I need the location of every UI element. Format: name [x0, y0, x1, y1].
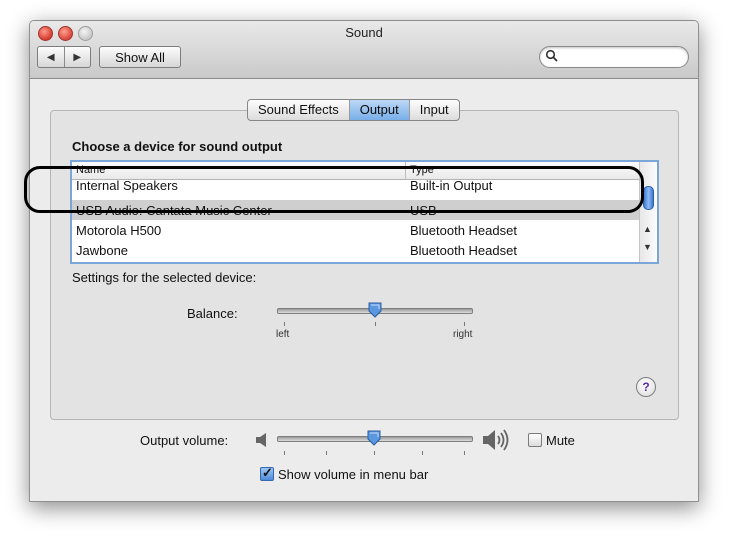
search-field[interactable] [539, 46, 689, 68]
scrollbar-thumb[interactable] [643, 186, 654, 210]
volume-tick [326, 451, 327, 455]
table-row[interactable]: Internal Speakers Built-in Output [72, 178, 639, 200]
title-bar: Sound ◀ ▶ Show All [30, 21, 698, 79]
volume-tick [284, 451, 285, 455]
table-row[interactable]: Motorola H500 Bluetooth Headset [72, 220, 639, 240]
output-panel [50, 110, 679, 420]
tab-bar: Sound Effects Output Input [247, 99, 460, 121]
search-icon [545, 49, 558, 62]
window-title: Sound [345, 25, 383, 40]
checkmark-icon: ✓ [262, 465, 273, 480]
show-volume-checkbox[interactable]: ✓ [260, 465, 274, 481]
show-all-button[interactable]: Show All [99, 46, 181, 68]
forward-button[interactable]: ▶ [65, 47, 91, 67]
balance-label: Balance: [187, 306, 238, 321]
back-button[interactable]: ◀ [38, 47, 65, 67]
device-type: Bluetooth Headset [410, 223, 517, 238]
sound-preferences-window: Sound ◀ ▶ Show All Sound Effects Output … [29, 20, 699, 502]
device-type: Bluetooth Headset [410, 243, 517, 258]
table-row[interactable]: Jawbone Bluetooth Headset [72, 240, 639, 260]
tab-input[interactable]: Input [408, 100, 459, 120]
column-divider [405, 162, 406, 179]
balance-left-label: left [276, 329, 290, 340]
navigation-buttons: ◀ ▶ [37, 46, 91, 68]
balance-tick [284, 322, 285, 326]
table-row-selected[interactable]: USB Audio: Cantata Music Center USB [72, 200, 639, 220]
back-arrow-icon: ◀ [46, 51, 55, 63]
column-header-type[interactable]: Type [410, 164, 434, 176]
speaker-low-icon [256, 433, 266, 447]
device-name: Jawbone [76, 243, 129, 258]
device-name: Internal Speakers [76, 178, 178, 193]
mute-checkbox[interactable] [528, 433, 542, 447]
mute-label[interactable]: Mute [546, 433, 575, 448]
scroll-up-icon[interactable]: ▲ [643, 224, 652, 234]
balance-right-label: right [453, 329, 473, 340]
show-volume-label[interactable]: Show volume in menu bar [278, 467, 428, 482]
column-header-name[interactable]: Name [76, 164, 105, 176]
device-name: Motorola H500 [76, 223, 162, 238]
tab-sound-effects[interactable]: Sound Effects [248, 100, 349, 120]
vertical-scrollbar[interactable]: ▲ ▼ [639, 162, 656, 262]
output-volume-label: Output volume: [140, 433, 229, 448]
scroll-down-icon[interactable]: ▼ [643, 242, 652, 252]
tab-output[interactable]: Output [348, 100, 409, 120]
device-type: Built-in Output [410, 178, 493, 193]
volume-tick [464, 451, 465, 455]
balance-tick [464, 322, 465, 326]
volume-tick [374, 451, 375, 455]
balance-slider-knob[interactable] [368, 302, 382, 318]
volume-slider-knob[interactable] [367, 430, 381, 446]
settings-label: Settings for the selected device: [72, 270, 257, 285]
device-table: Name Type Internal Speakers Built-in Out… [70, 160, 659, 264]
speaker-high-icon [483, 429, 509, 451]
balance-tick [375, 322, 376, 326]
device-name: USB Audio: Cantata Music Center [76, 203, 272, 218]
help-button[interactable]: ? [636, 377, 656, 397]
volume-tick [422, 451, 423, 455]
device-type: USB [410, 203, 437, 218]
output-heading: Choose a device for sound output [72, 139, 283, 154]
forward-arrow-icon: ▶ [73, 51, 82, 63]
